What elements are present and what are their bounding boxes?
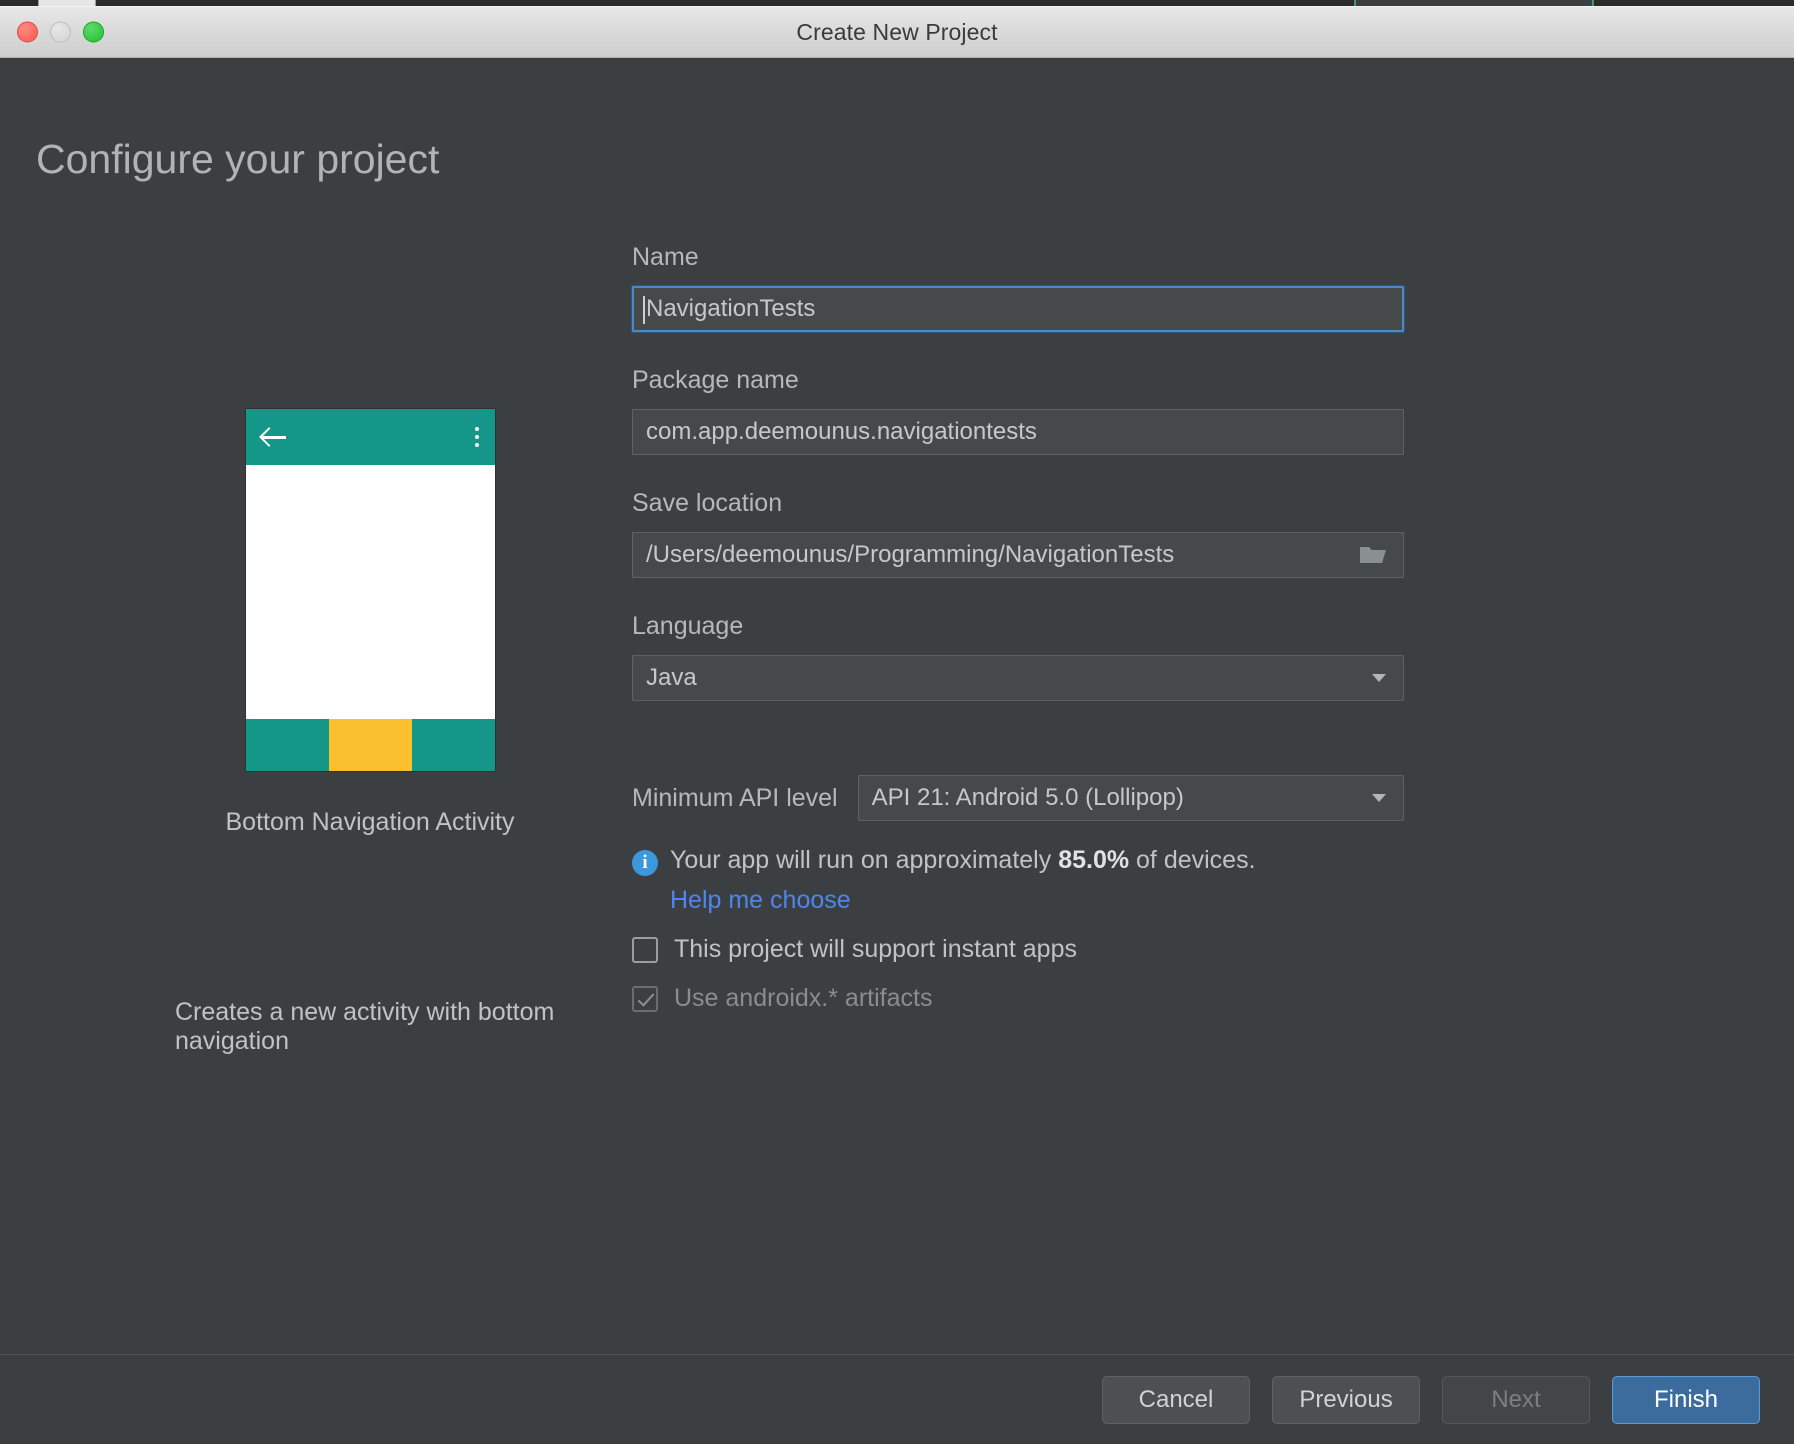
chevron-down-icon bbox=[1372, 794, 1386, 802]
kebab-menu-icon bbox=[474, 427, 479, 447]
minimize-window-button[interactable] bbox=[50, 21, 71, 43]
name-label: Name bbox=[632, 243, 699, 271]
instant-apps-checkbox[interactable] bbox=[632, 936, 658, 963]
finish-button[interactable]: Finish bbox=[1612, 1375, 1760, 1424]
page-title: Configure your project bbox=[36, 136, 440, 182]
save-location-input[interactable]: /Users/deemounus/Programming/NavigationT… bbox=[632, 532, 1404, 578]
name-input[interactable]: NavigationTests bbox=[631, 285, 1405, 333]
coverage-prefix: Your app will run on approximately bbox=[670, 846, 1059, 874]
language-field-block: Language Java bbox=[632, 612, 1404, 701]
package-name-field-block: Package name com.app.deemounus.navigatio… bbox=[632, 366, 1404, 455]
cancel-button[interactable]: Cancel bbox=[1102, 1375, 1250, 1424]
coverage-suffix: of devices. bbox=[1129, 846, 1256, 874]
dialog-footer: Cancel Previous Next Finish bbox=[0, 1354, 1794, 1444]
instant-apps-checkbox-row[interactable]: This project will support instant apps bbox=[632, 935, 1404, 964]
close-window-button[interactable] bbox=[17, 21, 38, 43]
instant-apps-label: This project will support instant apps bbox=[674, 935, 1077, 963]
window-title: Create New Project bbox=[796, 18, 998, 45]
help-me-choose-link[interactable]: Help me choose bbox=[670, 886, 851, 915]
save-location-label: Save location bbox=[632, 489, 783, 517]
save-location-value: /Users/deemounus/Programming/NavigationT… bbox=[646, 541, 1175, 568]
androidx-checkbox-row: Use androidx.* artifacts bbox=[632, 984, 1404, 1013]
traffic-light-group bbox=[17, 21, 104, 43]
template-preview-panel: Bottom Navigation Activity Creates a new… bbox=[150, 408, 590, 1055]
package-name-label: Package name bbox=[632, 366, 799, 394]
folder-icon[interactable] bbox=[1359, 544, 1387, 566]
language-value: Java bbox=[646, 664, 697, 691]
package-name-input[interactable]: com.app.deemounus.navigationtests bbox=[632, 409, 1404, 455]
preview-nav-item-3 bbox=[411, 719, 495, 771]
minimum-api-value: API 21: Android 5.0 (Lollipop) bbox=[871, 784, 1184, 811]
preview-app-bar bbox=[245, 409, 495, 465]
save-location-field-block: Save location /Users/deemounus/Programmi… bbox=[632, 489, 1404, 578]
preview-bottom-navigation bbox=[245, 719, 495, 771]
minimum-api-label: Minimum API level bbox=[632, 783, 838, 812]
back-arrow-icon bbox=[261, 427, 288, 447]
name-field-block: Name NavigationTests bbox=[631, 243, 1405, 333]
preview-nav-item-1 bbox=[245, 719, 329, 771]
create-new-project-window: Create New Project Configure your projec… bbox=[0, 0, 1794, 1444]
minimum-api-select[interactable]: API 21: Android 5.0 (Lollipop) bbox=[857, 775, 1404, 821]
language-label: Language bbox=[632, 612, 744, 640]
preview-content-area bbox=[245, 465, 495, 719]
template-name-label: Bottom Navigation Activity bbox=[225, 808, 515, 836]
device-coverage-info: i Your app will run on approximately 85.… bbox=[632, 846, 1404, 876]
zoom-window-button[interactable] bbox=[83, 21, 104, 43]
device-coverage-text: Your app will run on approximately 85.0%… bbox=[670, 846, 1256, 875]
window-titlebar: Create New Project bbox=[0, 6, 1794, 58]
template-preview-image bbox=[244, 408, 496, 772]
chevron-down-icon bbox=[1372, 674, 1386, 682]
preview-nav-item-2 bbox=[328, 719, 412, 771]
coverage-percent: 85.0% bbox=[1058, 846, 1130, 874]
template-description: Creates a new activity with bottom navig… bbox=[175, 998, 555, 1055]
project-configuration-form: Name NavigationTests Package name com.ap… bbox=[631, 243, 1405, 1013]
minimum-api-row: Minimum API level API 21: Android 5.0 (L… bbox=[632, 775, 1404, 821]
dialog-body: Configure your project Bottom Navigation… bbox=[0, 58, 1794, 1444]
previous-button[interactable]: Previous bbox=[1272, 1375, 1420, 1424]
next-button: Next bbox=[1442, 1375, 1590, 1424]
info-icon: i bbox=[632, 850, 658, 876]
androidx-label: Use androidx.* artifacts bbox=[674, 984, 933, 1012]
androidx-checkbox bbox=[632, 985, 658, 1012]
language-select[interactable]: Java bbox=[632, 655, 1404, 701]
